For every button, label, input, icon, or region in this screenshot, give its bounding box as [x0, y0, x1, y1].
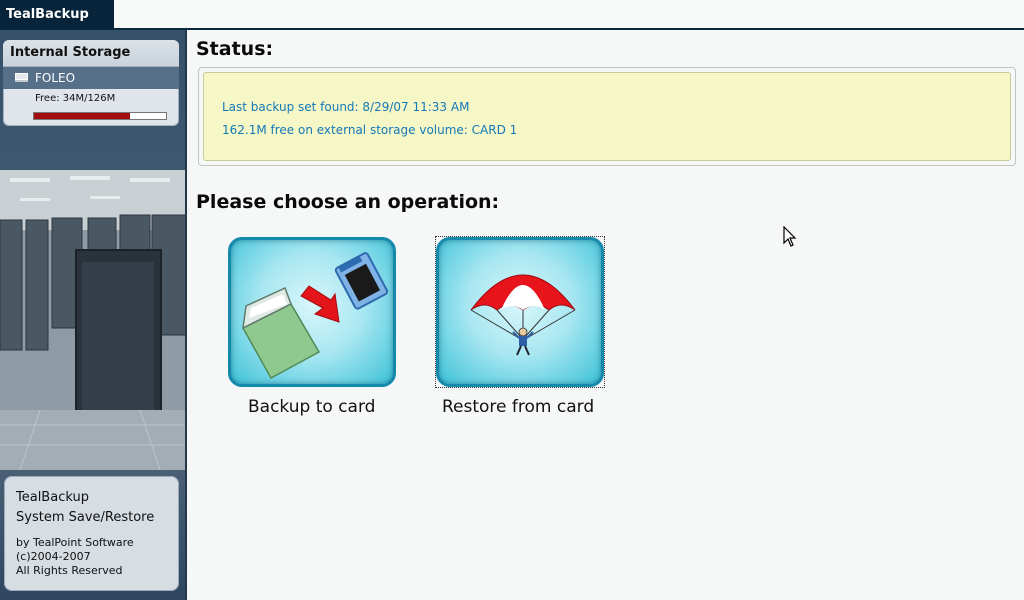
about-rights: All Rights Reserved [16, 564, 123, 577]
title-bar: TealBackup [0, 0, 1024, 30]
about-copyright: (c)2004-2007 [16, 550, 91, 563]
storage-usage-fill [34, 113, 131, 119]
server-room-image [0, 170, 185, 470]
restore-from-card-label: Restore from card [442, 397, 595, 417]
operation-heading: Please choose an operation: [196, 191, 500, 213]
status-box: Last backup set found: 8/29/07 11:33 AM … [198, 67, 1016, 166]
about-app-subtitle: System Save/Restore [16, 510, 155, 525]
backup-to-card-icon [241, 252, 389, 380]
restore-from-card-button[interactable]: Restore from card [435, 236, 605, 417]
about-company: by TealPoint Software [16, 536, 134, 549]
main-content: Status: Last backup set found: 8/29/07 1… [188, 30, 1024, 600]
device-name: FOLEO [35, 71, 76, 85]
sidebar: Internal Storage FOLEO Free: 34M/126M Te… [0, 30, 187, 600]
status-free-space: 162.1M free on external storage volume: … [222, 123, 518, 137]
status-heading: Status: [196, 38, 274, 60]
backup-to-card-button[interactable]: Backup to card [228, 237, 396, 417]
storage-usage-bar [33, 112, 167, 120]
about-app-name: TealBackup [16, 490, 89, 505]
storage-device-foleo[interactable]: FOLEO [3, 67, 179, 89]
drive-icon [15, 73, 28, 82]
storage-header: Internal Storage [3, 40, 179, 67]
app-title-tab[interactable]: TealBackup [0, 0, 114, 29]
parachute-icon [470, 274, 576, 356]
mouse-cursor-icon [783, 226, 797, 247]
free-space-text: Free: 34M/126M [35, 93, 116, 104]
about-panel: TealBackup System Save/Restore by TealPo… [4, 476, 179, 591]
status-last-backup: Last backup set found: 8/29/07 11:33 AM [222, 100, 470, 114]
backup-to-card-label: Backup to card [248, 397, 376, 417]
